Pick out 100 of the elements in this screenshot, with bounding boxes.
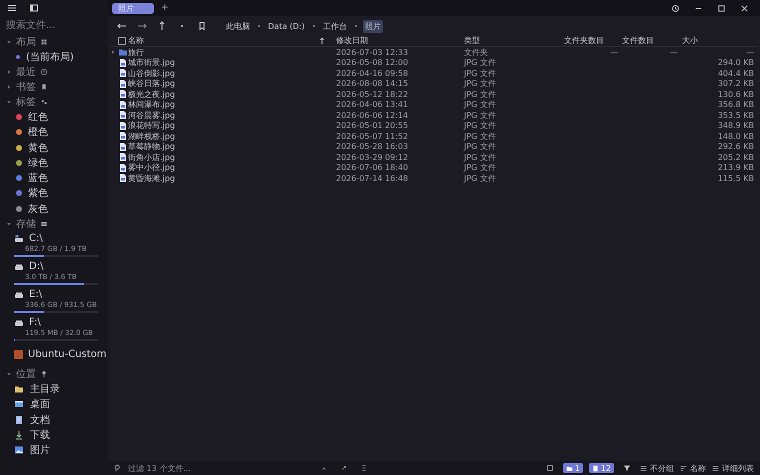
- table-cell: 2026-04-16 09:58: [336, 68, 408, 78]
- system-drive-icon: [14, 234, 24, 244]
- folder-icon: [14, 384, 24, 394]
- search-icon: [114, 464, 122, 472]
- column-header[interactable]: 文件数目: [622, 35, 682, 47]
- caret-icon: [6, 370, 12, 377]
- table-cell: 2026-05-01 20:55: [336, 121, 408, 130]
- column-header[interactable]: 文件夹数目: [564, 35, 622, 47]
- list-icon: [712, 464, 719, 472]
- file-name[interactable]: 城市街景.jpg: [128, 57, 175, 68]
- caret-icon: [6, 98, 12, 105]
- tag-item[interactable]: 黄色: [0, 140, 108, 156]
- breadcrumb-item[interactable]: 照片: [362, 20, 383, 32]
- sidebar-section-header[interactable]: 存储: [0, 216, 108, 232]
- new-tab-button[interactable]: +: [158, 2, 172, 14]
- caret-icon: [6, 220, 12, 227]
- table-cell: JPG 文件: [464, 78, 496, 90]
- table-cell: 148.0 KB: [718, 132, 754, 141]
- tag-item[interactable]: 蓝色: [0, 170, 108, 186]
- file-name[interactable]: 河谷晨雾.jpg: [128, 110, 175, 121]
- table-cell: JPG 文件: [464, 152, 496, 163]
- desktop-icon: [14, 399, 24, 410]
- table-cell: 130.6 KB: [718, 90, 754, 99]
- table-cell: 2026-04-06 13:41: [336, 100, 408, 110]
- file-name[interactable]: 旅行: [128, 46, 144, 58]
- file-count-badge[interactable]: 12: [588, 463, 614, 473]
- column-header[interactable]: 大小: [682, 35, 758, 47]
- table-cell: 文件夹: [464, 46, 488, 58]
- column-header[interactable]: 名称: [128, 35, 336, 47]
- caret-icon: [6, 84, 12, 90]
- list-icon: [640, 464, 647, 472]
- file-name[interactable]: 雾中小径.jpg: [128, 162, 175, 174]
- table-cell: JPG 文件: [464, 88, 496, 100]
- tag-item[interactable]: 绿色: [0, 155, 108, 170]
- sidebar-section-header[interactable]: 最近: [0, 64, 108, 80]
- filter-field[interactable]: 过滤 13 个文件...: [128, 464, 278, 472]
- drive-icon: [14, 262, 24, 272]
- tag-item[interactable]: 红色: [0, 109, 108, 125]
- document-icon: [14, 414, 24, 425]
- tag-dots-icon: [40, 98, 48, 106]
- file-name[interactable]: 草莓静物.jpg: [128, 141, 175, 152]
- table-cell: —: [610, 48, 618, 57]
- table-cell: 2026-05-07 11:52: [336, 132, 408, 141]
- sidebar-item[interactable]: (当前布局): [0, 49, 108, 64]
- table-cell: 2026-07-14 16:48: [336, 174, 408, 183]
- table-cell: 205.2 KB: [718, 152, 754, 162]
- table-cell: 353.5 KB: [718, 110, 754, 120]
- sort-icon: [680, 464, 687, 472]
- breadcrumb-item[interactable]: 工作台: [320, 20, 349, 32]
- table-cell: 294.0 KB: [718, 58, 754, 68]
- table-cell: 292.6 KB: [718, 142, 754, 152]
- file-name[interactable]: 林间瀑布.jpg: [128, 99, 175, 110]
- drive-stack-icon: [40, 220, 48, 228]
- sort-button[interactable]: 名称: [680, 462, 706, 474]
- sort-arrow-icon: [318, 36, 326, 44]
- view-mode-button[interactable]: 详细列表: [712, 462, 754, 474]
- breadcrumb-item[interactable]: Data (D:): [266, 20, 307, 32]
- sidebar-item[interactable]: Ubuntu-Custom: [0, 343, 108, 366]
- table-cell: JPG 文件: [464, 141, 496, 152]
- caret-icon: [6, 38, 12, 44]
- file-name[interactable]: 街角小店.jpg: [128, 152, 175, 163]
- sidebar-item[interactable]: 图片: [0, 442, 108, 458]
- file-name[interactable]: 山谷倒影.jpg: [128, 68, 175, 79]
- table-cell: 307.2 KB: [718, 79, 754, 88]
- table-cell: 2026-08-08 14:15: [336, 79, 408, 88]
- sidebar-item[interactable]: 桌面: [0, 396, 108, 412]
- breadcrumb-item[interactable]: 此电脑: [224, 20, 252, 32]
- table-cell: JPG 文件: [464, 130, 496, 142]
- download-icon: [14, 430, 24, 440]
- file-name[interactable]: 峡谷日落.jpg: [128, 78, 175, 90]
- table-cell: 2026-06-06 12:14: [336, 110, 408, 120]
- tag-item[interactable]: 橙色: [0, 124, 108, 140]
- table-cell: JPG 文件: [464, 99, 496, 110]
- table-cell: 356.8 KB: [718, 100, 754, 110]
- table-cell: 2026-05-28 16:03: [336, 142, 408, 152]
- folder-count-badge[interactable]: 1: [562, 463, 583, 473]
- grouping-button[interactable]: 不分组: [640, 462, 674, 474]
- caret-icon: [6, 68, 12, 75]
- table-cell: JPG 文件: [464, 172, 496, 184]
- table-cell: 2026-03-29 09:12: [336, 152, 408, 162]
- bookmark-icon: [40, 82, 48, 91]
- file-name[interactable]: 湖畔栈桥.jpg: [128, 130, 175, 142]
- table-cell: 2026-05-12 18:22: [336, 90, 408, 99]
- table-cell: JPG 文件: [464, 162, 496, 174]
- tag-item[interactable]: 紫色: [0, 186, 108, 202]
- select-all-checkbox[interactable]: [118, 36, 126, 44]
- tag-item[interactable]: 灰色: [0, 201, 108, 216]
- file-name[interactable]: 极光之夜.jpg: [128, 88, 175, 100]
- sidebar-item[interactable]: 下载: [0, 427, 108, 443]
- column-header[interactable]: 类型: [464, 35, 564, 47]
- sidebar-item[interactable]: 文档: [0, 412, 108, 428]
- sidebar-section-header[interactable]: 书签: [0, 79, 108, 94]
- file-name[interactable]: 浪花特写.jpg: [128, 120, 175, 132]
- file-name[interactable]: 黄昏海滩.jpg: [128, 172, 175, 184]
- column-header[interactable]: 修改日期: [336, 35, 464, 47]
- table-cell: JPG 文件: [464, 120, 496, 132]
- sidebar-item[interactable]: 主目录: [0, 381, 108, 397]
- sidebar-section-header[interactable]: 布局: [0, 34, 108, 49]
- sidebar-section-header[interactable]: 标签: [0, 94, 108, 110]
- sidebar-section-header[interactable]: 位置: [0, 366, 108, 382]
